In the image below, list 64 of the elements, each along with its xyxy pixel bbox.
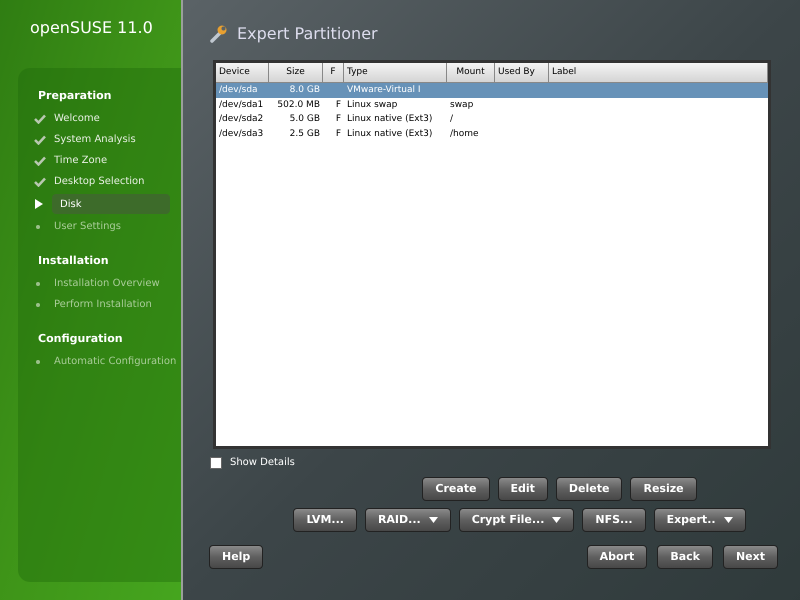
table-row[interactable]: /dev/sda 8.0 GB VMware-Virtual I [216,83,768,98]
section-heading: Configuration [38,330,124,347]
table-cell: /dev/sda1 [219,100,264,110]
column-header[interactable]: Mount [447,63,495,82]
column-header[interactable]: Device [216,63,269,82]
page-title: Expert Partitioner [237,23,378,45]
table-row[interactable]: /dev/sda3 2.5 GB F Linux native (Ext3) /home [216,126,768,141]
current-step-icon [34,199,44,209]
table-cell: F [336,128,341,138]
push-button[interactable]: LVM... [293,508,357,532]
column-header[interactable]: Used By [495,63,549,82]
menu-button[interactable]: Expert.. [654,508,746,532]
step-label: System Analysis [54,133,136,147]
table-cell: /dev/sda [219,85,258,95]
table-cell: /home [450,128,479,138]
table-cell: F [336,114,341,124]
column-header[interactable]: Size [269,63,323,82]
push-button[interactable]: Create [422,477,490,501]
table-cell: 502.0 MB [277,100,320,110]
table-row[interactable]: /dev/sda2 5.0 GB F Linux native (Ext3) / [216,112,768,126]
table-cell: Linux native (Ext3) [347,128,432,138]
table-cell: swap [450,100,474,110]
push-button[interactable]: Next [722,545,778,569]
push-button[interactable]: Edit [498,477,548,501]
section-heading: Preparation [38,88,113,104]
wrench-icon [209,24,229,44]
push-button[interactable]: Abort [586,545,648,569]
check-icon [34,156,46,166]
table-cell: 2.5 GB [290,128,320,138]
push-button[interactable]: Resize [630,477,697,501]
push-button[interactable]: Delete [556,477,622,501]
table-cell: Linux swap [347,100,398,110]
table-cell: VMware-Virtual I [347,85,420,95]
table-cell: 8.0 GB [290,85,320,95]
push-button[interactable]: Help [209,545,264,569]
column-header[interactable]: Label [549,63,768,82]
menu-button[interactable]: Crypt File... [458,508,574,532]
check-icon [34,114,46,124]
step-label: Perform Installation [54,298,152,312]
brand-title: openSUSE 11.0 [30,17,154,39]
section-heading: Installation [38,252,110,269]
table-cell: / [450,114,454,124]
step-label: Automatic Configuration [54,355,176,369]
current-step: Disk [52,194,170,214]
checkbox-label[interactable]: Show Details [230,455,295,470]
table-cell: 5.0 GB [290,114,320,124]
step-label: Installation Overview [54,277,160,291]
push-button[interactable]: NFS... [582,508,646,532]
table-cell: /dev/sda3 [219,128,264,138]
step-label: Welcome [54,112,100,126]
step-label: User Settings [54,220,121,234]
table-cell: F [336,100,341,110]
push-button[interactable]: Back [657,545,713,569]
column-header[interactable]: F [323,63,344,82]
check-icon [34,176,46,186]
table-cell: /dev/sda2 [219,114,264,124]
check-icon [34,134,46,144]
menu-button[interactable]: RAID... [364,508,451,532]
checkbox[interactable] [210,456,222,468]
step-label: Time Zone [54,154,108,168]
table-row[interactable]: /dev/sda1 502.0 MB F Linux swap swap [216,98,768,112]
column-header[interactable]: Type [344,63,447,82]
step-label: Desktop Selection [54,175,145,189]
table-cell: Linux native (Ext3) [347,114,432,124]
